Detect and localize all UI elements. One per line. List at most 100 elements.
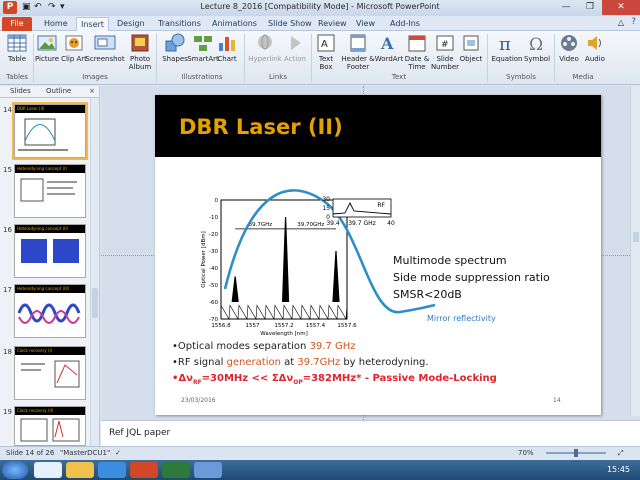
screenshot-button[interactable]: Screenshot (85, 33, 125, 63)
slide-canvas[interactable]: DBR Laser (II) 0 -10 -20 -30 -40 -50 -60 -70 155… (155, 95, 601, 415)
close-button[interactable]: ✕ (602, 0, 640, 15)
taskbar-ie-icon[interactable] (34, 462, 62, 478)
slide-thumbnail[interactable]: Clock recovery (II) (14, 406, 86, 446)
tab-review[interactable]: Review (314, 17, 351, 31)
speaker-icon (588, 36, 601, 50)
slide-thumbnail[interactable]: Clock recovery (I) (14, 346, 86, 400)
slide-title[interactable]: DBR Laser (II) (179, 115, 343, 139)
tab-file[interactable]: File (2, 17, 32, 31)
tab-home[interactable]: Home (40, 17, 72, 31)
taskbar-powerpoint-icon[interactable] (130, 462, 158, 478)
bullet-rf-signal[interactable]: •RF signal generation at 39.7GHz by hete… (172, 357, 429, 368)
slide-number: 16 (3, 226, 12, 234)
smartart-icon (194, 36, 212, 51)
editor-scrollbar[interactable] (630, 86, 640, 416)
hyperlink-button[interactable]: Hyperlink (246, 33, 284, 63)
x-tick-label: 1556.8 (211, 323, 231, 329)
slide-thumbnail[interactable]: Heterodyning concept (I) (14, 164, 86, 218)
tab-slides[interactable]: Slides (10, 87, 31, 95)
svg-text:Ω: Ω (529, 35, 543, 53)
notes-pane[interactable]: Ref JQL paper (101, 420, 640, 446)
fit-to-window-icon[interactable]: ⤢ (618, 449, 624, 458)
smsr-value-text[interactable]: SMSR<20dB (393, 288, 462, 301)
start-button[interactable] (2, 461, 28, 479)
y-tick-label: -50 (209, 283, 218, 289)
action-icon (291, 36, 301, 50)
equation-button[interactable]: π Equation (490, 33, 524, 63)
minimize-ribbon-icon[interactable]: △ (618, 18, 624, 27)
help-icon[interactable]: ? (631, 17, 636, 27)
chart-label: Chart (217, 55, 237, 63)
tab-animations[interactable]: Animations (208, 17, 261, 31)
thumb-graphic (18, 118, 68, 151)
group-images-label: Images (82, 73, 108, 81)
slide-page-number: 14 (553, 397, 561, 404)
tab-add-ins[interactable]: Add-Ins (386, 17, 424, 31)
close-pane-icon[interactable]: × (89, 87, 95, 95)
thumb-graphic (17, 303, 81, 324)
zoom-slider-thumb[interactable] (574, 449, 578, 457)
inset-y-tick: 15 (322, 205, 330, 212)
video-label: Video (559, 55, 579, 63)
ribbon: Table Picture Clip Art Screenshot Photo … (0, 31, 640, 85)
photo-album-button[interactable]: Photo Album (124, 33, 156, 71)
spellcheck-icon[interactable]: ✓ (115, 449, 121, 457)
theme-name: "MasterDCU1" (60, 449, 111, 457)
minimize-button[interactable]: — (554, 0, 578, 15)
title-bar: P ▣ ↶ ↷ ▾ Lecture 8_2016 [Compatibility … (0, 0, 640, 16)
chart-button[interactable]: Chart (213, 33, 241, 63)
y-axis-label: Optical Power [dBm] (201, 231, 207, 287)
taskbar-media-icon[interactable] (98, 462, 126, 478)
wordart-label: WordArt (374, 55, 404, 63)
tab-design[interactable]: Design (113, 17, 149, 31)
tab-transitions[interactable]: Transitions (154, 17, 205, 31)
screenshot-label: Screenshot (85, 55, 125, 63)
slide-number: 15 (3, 166, 12, 174)
tab-insert[interactable]: Insert (76, 17, 109, 31)
symbol-label: Symbol (523, 55, 551, 63)
taskbar-explorer-icon[interactable] (66, 462, 94, 478)
object-button[interactable]: Object (458, 33, 484, 63)
slide-thumbnail[interactable]: Heterodyning concept (III) (14, 284, 86, 338)
film-reel-icon (561, 35, 577, 51)
pane-scrollbar[interactable] (90, 98, 99, 446)
audio-button[interactable]: Audio (582, 33, 608, 63)
taskbar: 15:45 (0, 460, 640, 480)
y-tick-label: -30 (209, 249, 218, 255)
wordart-button[interactable]: A WordArt (374, 33, 404, 63)
omega-icon: Ω (529, 35, 543, 53)
x-tick-label: 1557 (246, 323, 260, 329)
maximize-button[interactable]: ❐ (578, 0, 602, 15)
bullet-linewidth[interactable]: •ΔνRF=30MHz << ΣΔνOP=382MHz* - Passive M… (172, 373, 497, 386)
bullet-optical-modes[interactable]: •Optical modes separation 39.7 GHz (172, 341, 356, 352)
inset-y-tick: 30 (322, 196, 330, 203)
video-button[interactable]: Video (556, 33, 582, 63)
date-time-button[interactable]: Date & Time (403, 33, 431, 71)
symbol-button[interactable]: Ω Symbol (522, 33, 552, 63)
tab-view[interactable]: View (352, 17, 379, 31)
shapes-label: Shapes (162, 55, 188, 63)
smsr-title-text[interactable]: Side mode suppression ratio (393, 271, 550, 284)
slide-number-button[interactable]: # Slide Number (430, 33, 460, 71)
status-bar: Slide 14 of 26 "MasterDCU1" ✓ 70% ⤢ (0, 446, 640, 460)
notes-text[interactable]: Ref JQL paper (109, 428, 170, 438)
multimode-text[interactable]: Multimode spectrum (393, 254, 507, 267)
table-button[interactable]: Table (0, 33, 34, 63)
slide-thumbnail[interactable]: Heterodyning concept (II) (14, 224, 86, 278)
slide-number: 19 (3, 408, 12, 416)
y-tick-label: -60 (209, 300, 218, 306)
text-box-label: Text Box (318, 55, 334, 71)
tab-slide-show[interactable]: Slide Show (264, 17, 316, 31)
tab-outline[interactable]: Outline (46, 87, 71, 95)
thumb-graphic (20, 178, 77, 202)
taskbar-app-icon[interactable] (194, 462, 222, 478)
slide-thumbnail[interactable]: DBR Laser (II) (14, 104, 86, 158)
slide-number: 17 (3, 286, 12, 294)
action-button[interactable]: Action (280, 33, 310, 63)
object-icon (463, 35, 479, 51)
taskbar-excel-icon[interactable] (162, 462, 190, 478)
mirror-reflectivity-label[interactable]: Mirror reflectivity (427, 314, 496, 323)
zoom-level[interactable]: 70% (518, 449, 534, 457)
text-box-button[interactable]: A Text Box (313, 33, 339, 71)
header-footer-button[interactable]: Header & Footer (340, 33, 376, 71)
